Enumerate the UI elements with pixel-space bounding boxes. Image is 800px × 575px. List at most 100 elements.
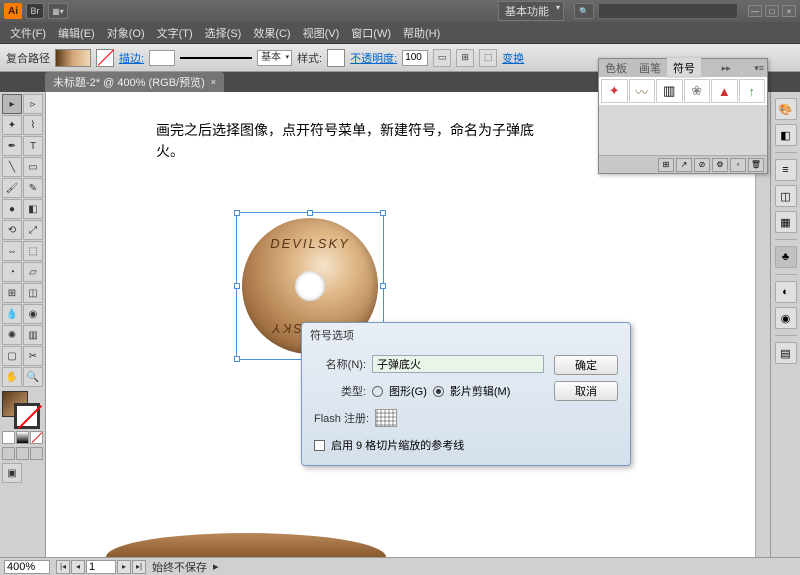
- color-mode-btn[interactable]: [2, 431, 15, 444]
- break-link-btn[interactable]: ⊘: [694, 158, 710, 172]
- dock-color-guide-icon[interactable]: ◧: [775, 124, 797, 146]
- artboard-number-input[interactable]: [86, 560, 116, 574]
- dock-color-icon[interactable]: 🎨: [775, 98, 797, 120]
- style-swatch[interactable]: [327, 49, 345, 67]
- symbol-item[interactable]: 〰: [629, 79, 656, 103]
- hand-tool[interactable]: ✋: [2, 367, 22, 387]
- fill-swatch[interactable]: [55, 49, 91, 67]
- graph-tool[interactable]: ▥: [23, 325, 43, 345]
- dock-layers-icon[interactable]: ▤: [775, 342, 797, 364]
- prev-artboard-btn[interactable]: ◂: [71, 560, 85, 574]
- search-icon[interactable]: 🔍: [574, 3, 594, 19]
- cancel-button[interactable]: 取消: [554, 381, 618, 401]
- panel-collapse-icon[interactable]: ▸▸: [719, 63, 734, 74]
- tab-brushes[interactable]: 画笔: [633, 58, 667, 78]
- handle-tr[interactable]: [380, 210, 386, 216]
- blob-brush-tool[interactable]: ●: [2, 199, 22, 219]
- draw-inside-btn[interactable]: [30, 447, 43, 460]
- slice-checkbox[interactable]: [314, 440, 325, 451]
- direct-selection-tool[interactable]: ▹: [23, 94, 43, 114]
- close-button[interactable]: ×: [782, 5, 796, 17]
- transform-link[interactable]: 变换: [502, 50, 524, 66]
- menu-file[interactable]: 文件(F): [4, 25, 52, 41]
- line-tool[interactable]: ╲: [2, 157, 22, 177]
- workspace-dropdown[interactable]: 基本功能: [498, 1, 564, 21]
- draw-normal-btn[interactable]: [2, 447, 15, 460]
- draw-behind-btn[interactable]: [16, 447, 29, 460]
- scale-tool[interactable]: ⤢: [23, 220, 43, 240]
- radio-movie[interactable]: [433, 386, 444, 397]
- tab-symbols[interactable]: 符号: [667, 58, 701, 78]
- screen-mode-btn[interactable]: ▣: [2, 463, 22, 483]
- place-symbol-btn[interactable]: ↗: [676, 158, 692, 172]
- fill-stroke-control[interactable]: [2, 391, 42, 429]
- close-tab-icon[interactable]: ×: [211, 77, 216, 87]
- blend-tool[interactable]: ◉: [23, 304, 43, 324]
- status-dropdown-icon[interactable]: ▸: [213, 560, 219, 573]
- search-input[interactable]: [598, 3, 738, 19]
- artboard-tool[interactable]: ▢: [2, 346, 22, 366]
- symbol-item[interactable]: ↑: [739, 79, 766, 103]
- handle-tm[interactable]: [307, 210, 313, 216]
- maximize-button[interactable]: □: [765, 5, 779, 17]
- eyedropper-tool[interactable]: 💧: [2, 304, 22, 324]
- none-mode-btn[interactable]: [30, 431, 43, 444]
- menu-window[interactable]: 窗口(W): [345, 25, 397, 41]
- eraser-tool[interactable]: ◧: [23, 199, 43, 219]
- stroke-profile-dropdown[interactable]: 基本: [257, 50, 292, 66]
- stroke-swatch[interactable]: [96, 49, 114, 67]
- handle-bl[interactable]: [234, 356, 240, 362]
- menu-view[interactable]: 视图(V): [297, 25, 346, 41]
- magic-wand-tool[interactable]: ✦: [2, 115, 22, 135]
- symbols-empty-area[interactable]: [599, 105, 767, 155]
- symbol-item[interactable]: ❀: [684, 79, 711, 103]
- paintbrush-tool[interactable]: 🖌: [2, 178, 22, 198]
- dock-stroke-icon[interactable]: ≡: [775, 159, 797, 181]
- opacity-link[interactable]: 不透明度:: [350, 50, 397, 66]
- registration-grid[interactable]: [375, 409, 397, 427]
- menu-edit[interactable]: 编辑(E): [52, 25, 101, 41]
- symbol-options-btn[interactable]: ⚙: [712, 158, 728, 172]
- perspective-tool[interactable]: ▱: [23, 262, 43, 282]
- handle-ml[interactable]: [234, 283, 240, 289]
- gradient-mode-btn[interactable]: [16, 431, 29, 444]
- new-symbol-btn[interactable]: ▫: [730, 158, 746, 172]
- stroke-color[interactable]: [14, 403, 40, 429]
- stroke-width-input[interactable]: [149, 50, 175, 66]
- dock-appearance-icon[interactable]: ◐: [775, 281, 797, 303]
- zoom-input[interactable]: [4, 560, 50, 574]
- next-artboard-btn[interactable]: ▸: [117, 560, 131, 574]
- last-artboard-btn[interactable]: ▸|: [132, 560, 146, 574]
- symbol-library-btn[interactable]: ⊞: [658, 158, 674, 172]
- width-tool[interactable]: ⇔: [2, 241, 22, 261]
- dock-gradient-icon[interactable]: ◫: [775, 185, 797, 207]
- handle-tl[interactable]: [234, 210, 240, 216]
- pen-tool[interactable]: ✒: [2, 136, 22, 156]
- radio-graphic[interactable]: [372, 386, 383, 397]
- symbol-item[interactable]: ▲: [711, 79, 738, 103]
- align-icon[interactable]: ⊞: [456, 49, 474, 67]
- symbol-sprayer-tool[interactable]: ✺: [2, 325, 22, 345]
- shape-builder-tool[interactable]: ◔: [2, 262, 22, 282]
- selection-tool[interactable]: ▸: [2, 94, 22, 114]
- pencil-tool[interactable]: ✎: [23, 178, 43, 198]
- panel-menu-icon[interactable]: ▾≡: [751, 63, 767, 74]
- tab-swatches[interactable]: 色板: [599, 58, 633, 78]
- handle-mr[interactable]: [380, 283, 386, 289]
- mesh-tool[interactable]: ⊞: [2, 283, 22, 303]
- dock-transparency-icon[interactable]: ▦: [775, 211, 797, 233]
- symbol-item[interactable]: ▥: [656, 79, 683, 103]
- gradient-tool[interactable]: ◫: [23, 283, 43, 303]
- minimize-button[interactable]: —: [748, 5, 762, 17]
- app-logo-bridge[interactable]: Br: [26, 3, 44, 19]
- zoom-tool[interactable]: 🔍: [23, 367, 43, 387]
- rectangle-tool[interactable]: ▭: [23, 157, 43, 177]
- dock-symbols-icon[interactable]: ♣: [775, 246, 797, 268]
- lasso-tool[interactable]: ⌇: [23, 115, 43, 135]
- menu-help[interactable]: 帮助(H): [397, 25, 446, 41]
- delete-symbol-btn[interactable]: 🗑: [748, 158, 764, 172]
- layout-button[interactable]: ▦▾: [48, 3, 68, 19]
- slice-tool[interactable]: ✂: [23, 346, 43, 366]
- menu-effect[interactable]: 效果(C): [247, 25, 296, 41]
- menu-select[interactable]: 选择(S): [199, 25, 248, 41]
